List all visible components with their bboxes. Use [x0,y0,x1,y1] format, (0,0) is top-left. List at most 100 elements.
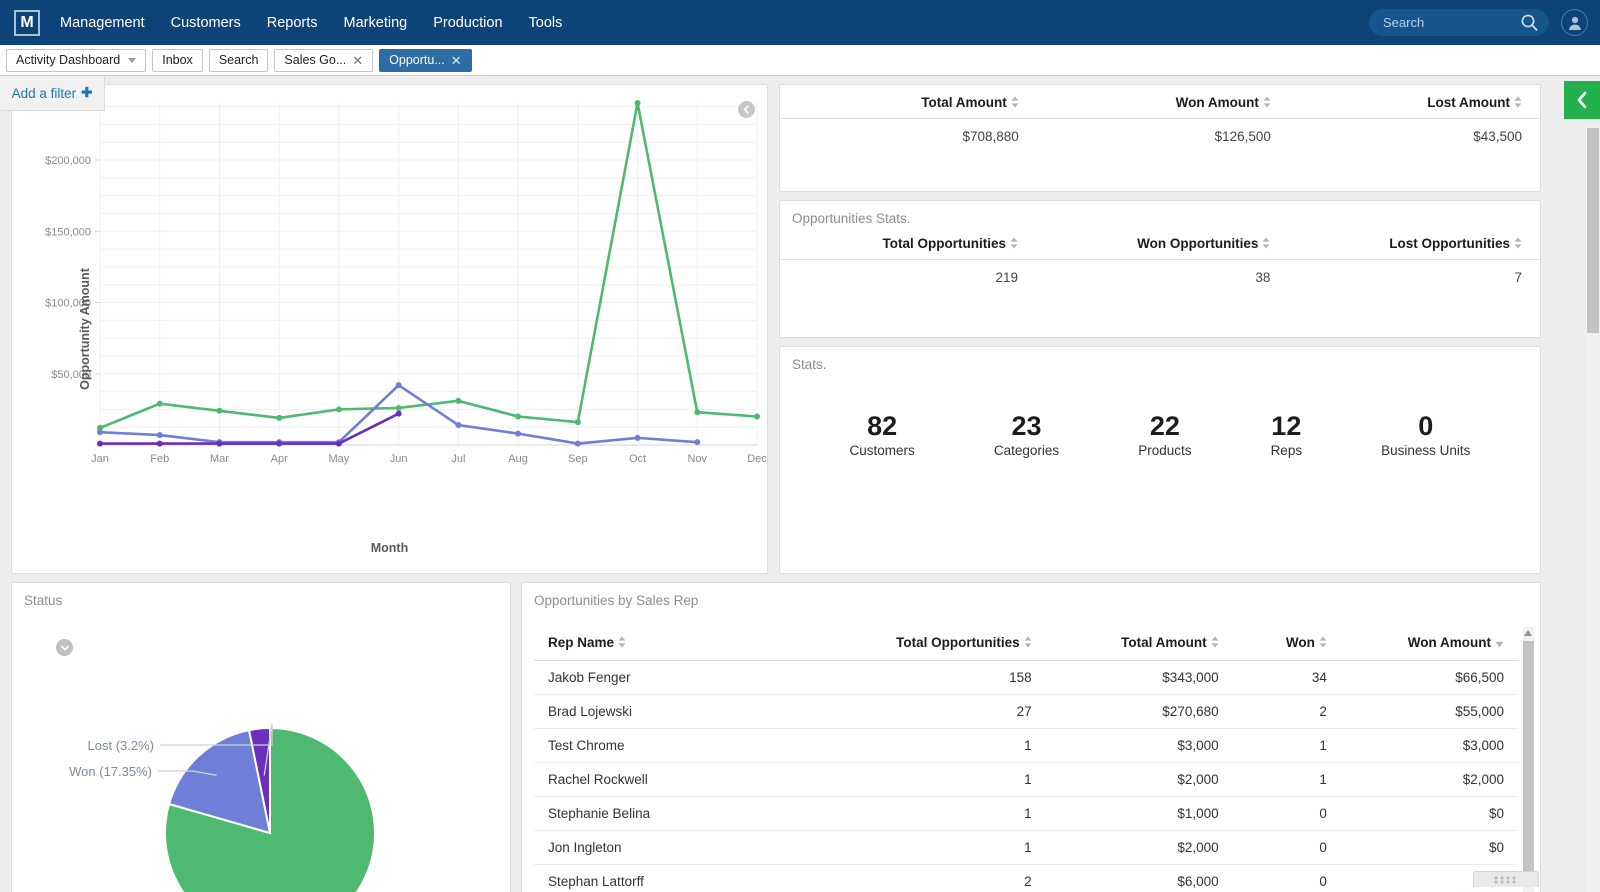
col-total-opportunities[interactable]: Total Opportunities [780,226,1036,260]
collapse-panel-button[interactable] [1564,81,1600,119]
col-label: Won Amount [1407,635,1491,650]
tab-search[interactable]: Search [208,48,269,72]
col-lost-opportunities[interactable]: Lost Opportunities [1288,226,1540,260]
sort-icon[interactable] [618,636,626,651]
sort-icon[interactable] [1024,636,1032,651]
cell-rep-name: Jakob Fenger [534,660,830,695]
cell-rep-name: Stephanie Belina [534,796,830,831]
stat-customers: 82 Customers [850,412,915,459]
cell-won-opportunities: 38 [1255,269,1271,285]
sort-icon[interactable] [1514,237,1522,252]
table-row[interactable]: Jakob Fenger 158 $343,000 34 $66,500 [534,660,1518,695]
sort-icon[interactable] [1319,636,1327,651]
page-vertical-scrollbar[interactable] [1586,124,1600,892]
col-label: Total Opportunities [896,635,1020,650]
col-label: Won Amount [1175,95,1259,110]
cell-lost-opportunities: 7 [1514,269,1522,285]
col-rep-name[interactable]: Rep Name [534,627,830,661]
tab-label: Inbox [162,53,193,67]
cell-won-amount: $3,000 [1340,728,1518,763]
table-row[interactable]: Brad Lojewski 27 $270,680 2 $55,000 [534,694,1518,729]
col-won-opportunities[interactable]: Won Opportunities [1035,226,1289,260]
user-avatar-icon[interactable] [1561,9,1588,36]
nav-item-marketing[interactable]: Marketing [344,15,408,31]
col-won-amount[interactable]: Won Amount [1340,627,1518,661]
search-input[interactable] [1383,15,1523,30]
collapse-chart-icon[interactable] [738,101,755,118]
svg-text:$200,000: $200,000 [45,155,91,167]
add-a-filter-button[interactable]: Add a filter ✚ [0,76,105,111]
tab-activity-dashboard[interactable]: Activity Dashboard [6,48,147,72]
cell-won-amount: $66,500 [1340,660,1518,695]
table-header-row: Total Amount Won Amount Lost Amount [780,85,1540,119]
scrollbar-thumb[interactable] [1587,128,1599,333]
sort-icon[interactable] [1010,237,1018,252]
svg-text:May: May [329,453,350,465]
sort-icon[interactable] [1211,636,1219,651]
app-logo[interactable]: M [14,9,40,36]
svg-text:Lost (3.2%): Lost (3.2%) [88,738,154,753]
tab-sales-goals[interactable]: Sales Go... ✕ [274,48,374,72]
col-total-amount[interactable]: Total Amount [780,85,1037,119]
table-row[interactable]: Stephanie Belina 1 $1,000 0 $0 [534,796,1518,831]
cell-total-opportunities: 158 [829,660,1046,695]
sort-icon[interactable] [1514,96,1522,111]
cell-total-opportunities: 1 [829,762,1046,797]
cell-won-amount: $2,000 [1340,762,1518,797]
col-lost-amount[interactable]: Lost Amount [1288,85,1540,119]
general-stats-card: Stats. 82 Customers 23 Categories 22 Pro… [779,346,1541,574]
tab-inbox[interactable]: Inbox [152,48,203,72]
sort-icon[interactable] [1011,96,1019,111]
sort-icon[interactable] [1262,237,1270,252]
col-total-opportunities[interactable]: Total Opportunities [829,627,1046,661]
cell-total-amount: $2,000 [1045,762,1233,797]
rep-table-vertical-scrollbar[interactable] [1523,627,1534,892]
cell-won: 1 [1232,728,1341,763]
cell-rep-name: Brad Lojewski [534,694,830,729]
cell-rep-name: Stephan Lattorff [534,864,830,892]
opportunities-stats-table: Total Opportunities Won Opportunities Lo… [780,226,1540,295]
global-search-box[interactable] [1369,9,1549,36]
table-row[interactable]: Rachel Rockwell 1 $2,000 1 $2,000 [534,762,1518,797]
dashboard-main: Add a filter ✚ Opportunity Amount Month … [0,76,1600,892]
nav-item-production[interactable]: Production [433,15,502,31]
nav-item-customers[interactable]: Customers [171,15,241,31]
col-total-amount[interactable]: Total Amount [1045,627,1233,661]
svg-text:Jan: Jan [91,453,109,465]
close-icon[interactable]: ✕ [451,54,462,67]
nav-right-cluster [1369,0,1588,45]
svg-text:Sep: Sep [568,453,588,465]
table-row[interactable]: Test Chrome 1 $3,000 1 $3,000 [534,728,1518,763]
pie-chart-plot: Open (79.45%)Won (17.35%)Lost (3.2%) [69,723,376,892]
scrollbar-thumb[interactable] [1523,641,1534,876]
rep-table-title: Opportunities by Sales Rep [534,593,699,608]
nav-item-tools[interactable]: Tools [529,15,563,31]
cell-won: 0 [1232,830,1341,865]
nav-item-reports[interactable]: Reports [267,15,318,31]
sort-icon[interactable] [1495,636,1504,651]
col-label: Total Amount [1121,635,1207,650]
nav-item-management[interactable]: Management [60,15,145,31]
tab-label: Opportu... [389,53,445,67]
tab-bar: Activity Dashboard Inbox Search Sales Go… [0,45,1600,76]
close-icon[interactable]: ✕ [352,54,363,67]
table-row[interactable]: Stephan Lattorff2$6,0000$0 [534,864,1518,892]
cell-won: 0 [1232,864,1341,892]
chart-y-axis-label: Opportunity Amount [77,268,92,390]
search-icon[interactable] [1520,13,1539,37]
scroll-up-arrow-icon[interactable] [1524,630,1532,636]
col-won[interactable]: Won [1232,627,1341,661]
sort-icon[interactable] [1263,96,1271,111]
table-row: 219 38 7 [780,259,1540,295]
rep-table: Rep Name Total Opportunities Total Amount W… [534,627,1518,892]
col-won-amount[interactable]: Won Amount [1036,85,1289,119]
amount-stats-table: Total Amount Won Amount Lost Amount $708… [780,85,1540,154]
cell-won-amount: $0 [1340,796,1518,831]
help-widget-drag-grip-icon[interactable] [1473,871,1539,887]
chevron-down-icon[interactable] [128,57,137,63]
rep-table-scroll-region: Rep Name Total Opportunities Total Amount W… [534,627,1518,892]
table-header-row: Total Opportunities Won Opportunities Lo… [780,226,1540,260]
opportunities-stats-title: Opportunities Stats. [792,211,911,226]
tab-opportunities[interactable]: Opportu... ✕ [379,48,472,72]
table-row[interactable]: Jon Ingleton 1 $2,000 0 $0 [534,830,1518,865]
